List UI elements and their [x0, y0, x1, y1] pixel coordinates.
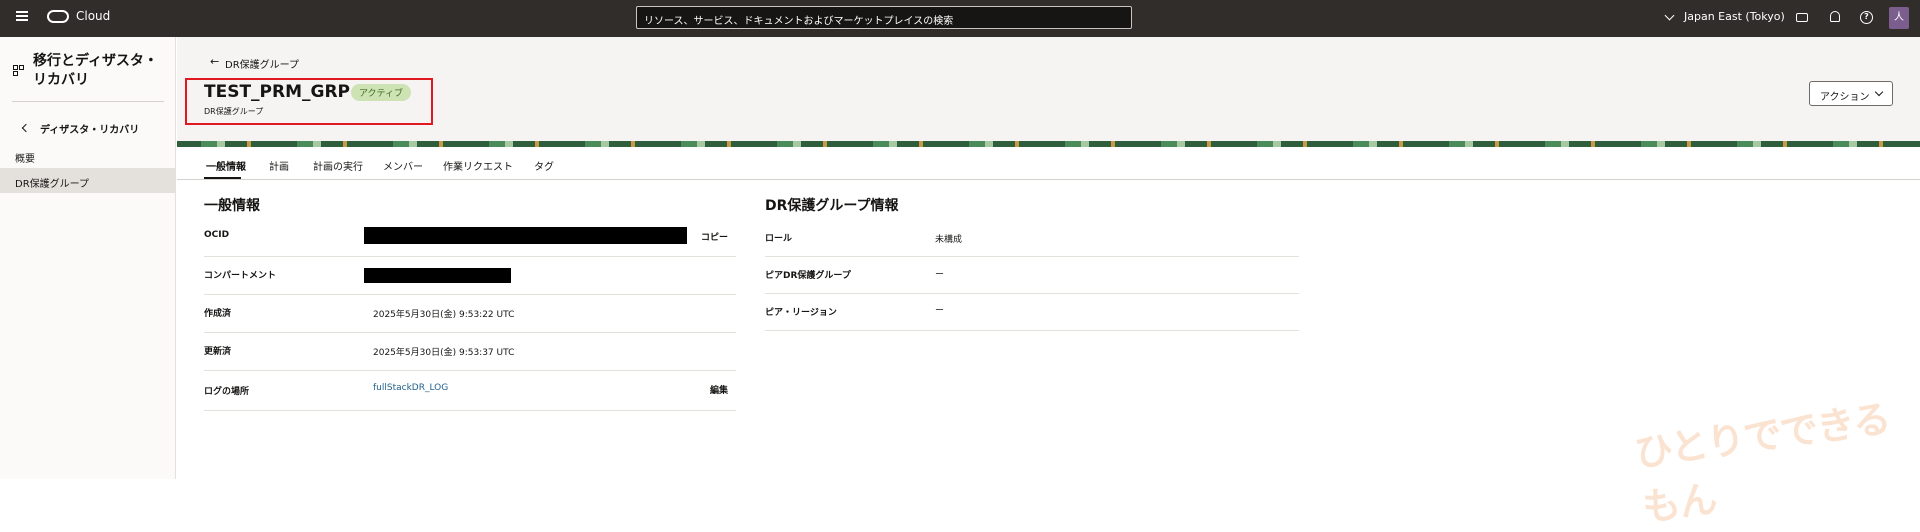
info-row-updated: 更新済 2025年5月30日(金) 9:53:37 UTC [204, 333, 736, 371]
tab-plan-executions[interactable]: 計画の実行 [313, 158, 363, 173]
sidebar-back-link[interactable]: ディザスタ・リカバリ [40, 121, 139, 136]
actions-button-label: アクション [1820, 92, 1870, 103]
dr-info-title: DR保護グループ情報 [765, 198, 899, 214]
sidebar-item-label: DR保護グループ [15, 179, 90, 190]
help-icon[interactable]: ? [1860, 11, 1873, 24]
highlight-annotation-box [185, 78, 433, 125]
actions-button[interactable]: アクション [1809, 81, 1893, 106]
region-selector[interactable]: Japan East (Tokyo) [1684, 10, 1785, 23]
tab-tags[interactable]: タグ [534, 158, 554, 173]
row-label: ログの場所 [204, 387, 250, 397]
dr-row-peer-region: ピア・リージョン ー [765, 294, 1299, 331]
watermark-logo: ひとりでできるもん [1631, 396, 1893, 531]
info-row-compartment: コンパートメント [204, 257, 736, 295]
row-value: ー [935, 306, 945, 316]
edit-button[interactable]: 編集 [710, 383, 728, 396]
top-navigation-bar: Cloud リソース、サービス、ドキュメントおよびマーケットプレイスの検索 Ja… [0, 0, 1920, 37]
sidebar: 移行とディザスタ・リカバリ ディザスタ・リカバリ 概要 DR保護グループ [0, 37, 176, 479]
row-label: OCID [204, 230, 230, 240]
search-input[interactable]: リソース、サービス、ドキュメントおよびマーケットプレイスの検索 [636, 6, 1132, 29]
profile-avatar[interactable]: 人 [1889, 7, 1909, 29]
row-label: ピア・リージョン [765, 308, 837, 318]
tab-work-requests[interactable]: 作業リクエスト [443, 158, 513, 173]
developer-tools-icon[interactable] [1796, 13, 1808, 22]
sidebar-title: 移行とディザスタ・リカバリ [33, 53, 158, 88]
row-value: ー [935, 270, 945, 280]
chevron-down-icon[interactable] [1664, 10, 1675, 21]
row-label: ピアDR保護グループ [765, 271, 851, 281]
sidebar-divider [12, 101, 164, 102]
tab-members[interactable]: メンバー [383, 158, 423, 173]
log-location-link[interactable]: fullStackDR_LOG [373, 383, 448, 393]
sidebar-item-overview[interactable]: 概要 [15, 150, 35, 165]
row-value: 2025年5月30日(金) 9:53:37 UTC [373, 348, 515, 358]
info-row-ocid: OCID コピー [204, 219, 736, 257]
breadcrumb-back-link[interactable]: DR保護グループ [225, 56, 299, 71]
tab-plans[interactable]: 計画 [269, 158, 289, 173]
chevron-down-icon [1874, 87, 1884, 97]
row-value: 2025年5月30日(金) 9:53:22 UTC [373, 310, 515, 320]
page-header: ← DR保護グループ TEST_PRM_GRP アクティブ DR保護グループ ア… [177, 37, 1920, 147]
sidebar-item-dr-protection-groups[interactable]: DR保護グループ [0, 168, 175, 193]
active-tab-indicator [204, 177, 241, 179]
row-label: 作成済 [204, 309, 232, 319]
copy-button[interactable]: コピー [701, 230, 728, 243]
general-info-title: 一般情報 [204, 198, 260, 214]
hamburger-menu-icon[interactable] [16, 11, 28, 21]
info-row-log-location: ログの場所 fullStackDR_LOG 編集 [204, 371, 736, 411]
redacted-compartment-value [364, 268, 511, 283]
row-label: 更新済 [204, 347, 232, 357]
tab-general-info[interactable]: 一般情報 [206, 158, 246, 173]
chevron-left-icon[interactable] [21, 123, 31, 133]
dr-row-role: ロール 未構成 [765, 220, 1299, 257]
dr-row-peer-group: ピアDR保護グループ ー [765, 257, 1299, 294]
row-value: 未構成 [935, 235, 963, 245]
oracle-logo-icon[interactable] [47, 10, 69, 23]
info-row-created: 作成済 2025年5月30日(金) 9:53:22 UTC [204, 295, 736, 333]
redacted-ocid-value [364, 227, 687, 244]
row-label: コンパートメント [204, 271, 277, 281]
arrow-left-icon[interactable]: ← [210, 55, 219, 68]
migration-service-icon [13, 65, 25, 77]
brand-name[interactable]: Cloud [76, 9, 110, 23]
notifications-bell-icon[interactable] [1830, 11, 1840, 22]
tab-bar: 一般情報 計画 計画の実行 メンバー 作業リクエスト タグ [177, 147, 1920, 180]
row-label: ロール [765, 234, 793, 244]
